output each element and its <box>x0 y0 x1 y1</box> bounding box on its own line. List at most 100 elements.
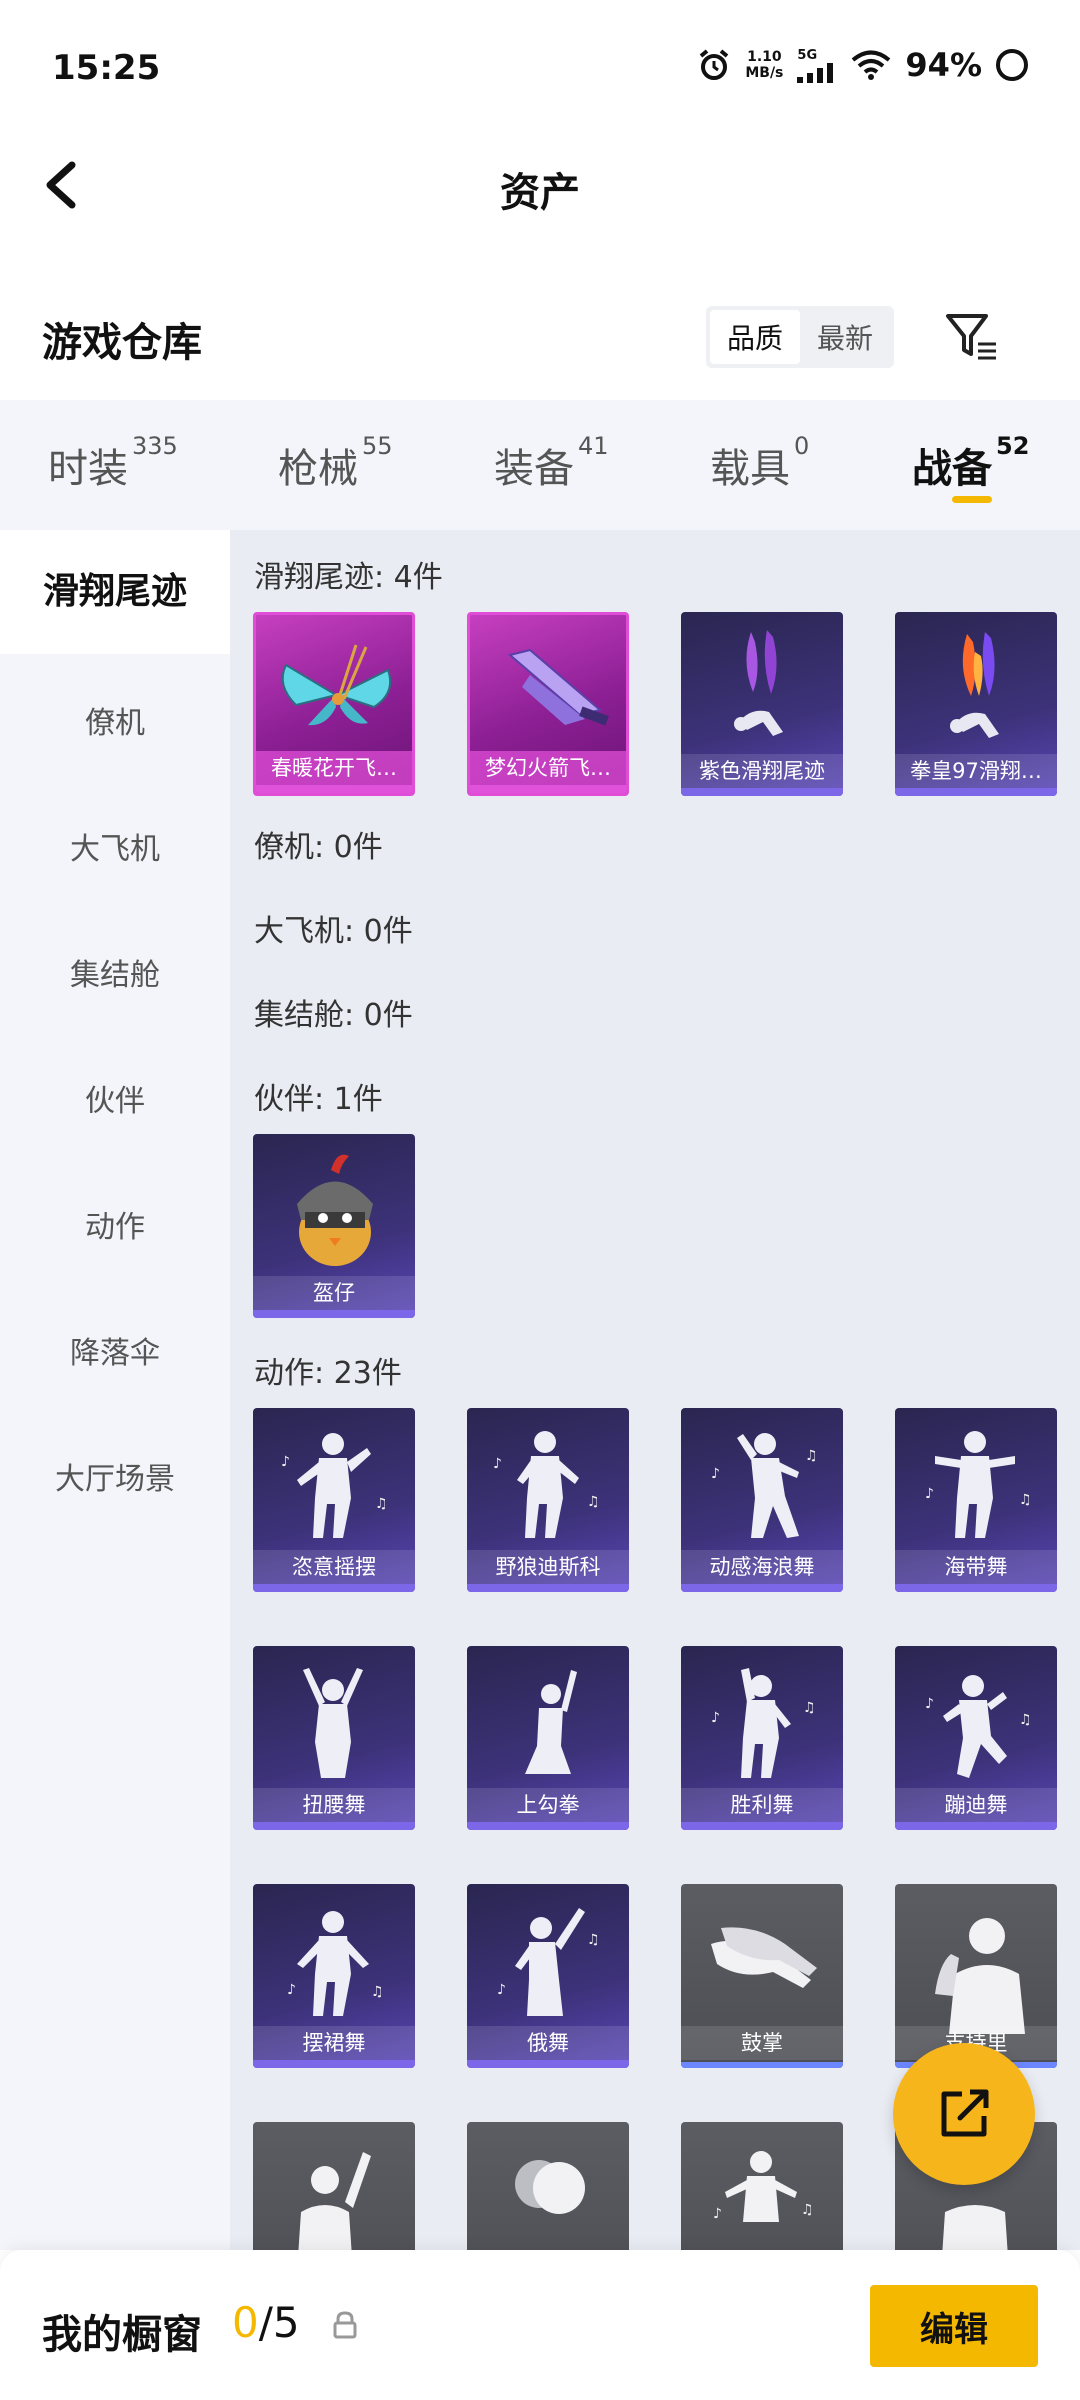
section-label-emote: 动作: 23件 <box>254 1356 402 1391</box>
rarity-bar <box>681 788 843 796</box>
status-bar: 15:25 1.10 MB/s 5G 94% <box>0 0 1080 140</box>
section-label-big-plane: 大飞机: 0件 <box>254 914 413 949</box>
dance-figure-image: ♪♫ <box>925 1431 1032 1538</box>
page-title: 资产 <box>500 170 580 216</box>
item-card[interactable]: ♪ ♫ 恣意摇摆 <box>253 1408 415 1592</box>
item-card[interactable]: ♪ ♫ 野狼迪斯科 <box>467 1408 629 1592</box>
dance-figure-image: ♪♫ <box>713 2151 814 2222</box>
alarm-icon <box>700 49 729 80</box>
item-card[interactable]: 拳皇97滑翔… <box>895 612 1057 796</box>
rarity-bar <box>681 2062 843 2068</box>
svg-text:♪: ♪ <box>711 1466 720 1482</box>
svg-text:♫: ♫ <box>1019 1712 1032 1728</box>
item-card[interactable]: 扭腰舞 <box>253 1646 415 1830</box>
svg-text:♪: ♪ <box>713 2206 722 2222</box>
tab-count: 0 <box>794 432 810 460</box>
tab-label: 战备 <box>912 446 992 492</box>
svg-text:♫: ♫ <box>587 1932 600 1948</box>
rarity-bar <box>253 1822 415 1830</box>
lock-icon <box>333 2311 357 2339</box>
svg-text:♪: ♪ <box>281 1454 290 1470</box>
net-speed-value: 1.10 <box>747 49 782 65</box>
fire-trail-image <box>950 632 999 738</box>
side-item-emote[interactable]: 动作 <box>0 1202 230 1246</box>
net-speed-unit: MB/s <box>745 65 784 81</box>
tab-vehicles[interactable]: 载具 0 <box>710 432 809 494</box>
side-item-capsule[interactable]: 集结舱 <box>0 950 230 994</box>
item-card[interactable]: ♪ ♫ 俄舞 <box>467 1884 629 2068</box>
side-item-lobby-scene[interactable]: 大厅场景 <box>0 1454 230 1498</box>
item-name: 紫色滑翔尾迹 <box>681 754 843 788</box>
item-card[interactable]: ♪ ♫ <box>681 2122 843 2250</box>
item-card[interactable]: ♪ ♫ 蹦迪舞 <box>895 1646 1057 1830</box>
rarity-bar <box>253 1584 415 1592</box>
item-card[interactable]: 盔仔 <box>253 1134 415 1318</box>
side-item-glide-trail[interactable]: 滑翔尾迹 <box>0 530 230 654</box>
item-card[interactable]: ♪ ♫ 摆裙舞 <box>253 1884 415 2068</box>
sort-quality-option[interactable]: 品质 <box>710 310 800 364</box>
item-card[interactable]: 紫色滑翔尾迹 <box>681 612 843 796</box>
item-card[interactable]: 春暖花开飞… <box>253 612 415 796</box>
battery-icon <box>996 49 1028 81</box>
battery-percent: 94% <box>905 46 982 84</box>
item-card[interactable]: 支持里 <box>895 1884 1057 2068</box>
item-card[interactable]: ♪ ♫ 海带舞 <box>895 1408 1057 1592</box>
signal-icon <box>797 62 834 83</box>
item-card[interactable]: 上勾拳 <box>467 1646 629 1830</box>
section-label-glide-trail: 滑翔尾迹: 4件 <box>254 560 443 595</box>
tab-equipment[interactable]: 装备 41 <box>494 432 609 494</box>
side-item-wingman[interactable]: 僚机 <box>0 698 230 742</box>
rarity-bar <box>253 1310 415 1318</box>
tab-label: 装备 <box>494 446 574 492</box>
warehouse-title: 游戏仓库 <box>42 320 202 366</box>
item-card[interactable]: 梦幻火箭飞… <box>467 612 629 796</box>
category-tabs: 时装 335 枪械 55 装备 41 载具 0 战备 52 <box>0 400 1080 530</box>
rarity-bar <box>467 1822 629 1830</box>
svg-text:♫: ♫ <box>1019 1492 1032 1508</box>
svg-text:♫: ♫ <box>587 1494 600 1510</box>
sort-newest-option[interactable]: 最新 <box>800 310 890 364</box>
item-name: 海带舞 <box>895 1550 1057 1584</box>
rarity-bar <box>467 2060 629 2068</box>
dance-figure-image: ♪♫ <box>493 1431 600 1538</box>
filter-button[interactable] <box>940 306 1002 368</box>
tab-count: 335 <box>132 432 178 460</box>
tab-fashion[interactable]: 时装 335 <box>48 432 178 494</box>
svg-text:♫: ♫ <box>371 1984 384 2000</box>
showcase-used: 0 <box>232 2298 259 2347</box>
svg-text:♪: ♪ <box>497 1982 506 1998</box>
share-fab[interactable] <box>893 2043 1035 2185</box>
rarity-bar <box>253 2060 415 2068</box>
dance-figure-image: ♪♫ <box>925 1675 1032 1778</box>
purple-smoke-trail-image <box>734 630 783 736</box>
svg-text:♪: ♪ <box>287 1982 296 1998</box>
edit-button[interactable]: 编辑 <box>870 2285 1038 2367</box>
tab-battle-gear[interactable]: 战备 52 <box>912 432 1029 494</box>
item-card[interactable] <box>467 2122 629 2250</box>
side-item-partner[interactable]: 伙伴 <box>0 1076 230 1120</box>
rocket-glider-image <box>507 648 609 726</box>
showcase-title: 我的橱窗 <box>42 2312 202 2358</box>
gesture-figure-image <box>935 1918 1025 2034</box>
butterfly-wings-image <box>281 644 392 726</box>
svg-text:♫: ♫ <box>801 2202 814 2218</box>
item-card[interactable]: ♪ ♫ 动感海浪舞 <box>681 1408 843 1592</box>
item-grid: 滑翔尾迹: 4件 春暖花开飞… 梦幻火箭飞… 紫色滑翔尾迹 拳皇97滑翔… 僚机… <box>230 530 1080 2250</box>
item-card[interactable]: 鼓掌 <box>681 1884 843 2068</box>
side-item-parachute[interactable]: 降落伞 <box>0 1328 230 1372</box>
item-name: 盔仔 <box>253 1276 415 1310</box>
side-item-big-plane[interactable]: 大飞机 <box>0 824 230 868</box>
item-card[interactable] <box>253 2122 415 2250</box>
item-card[interactable]: ♪ ♫ 胜利舞 <box>681 1646 843 1830</box>
wifi-icon <box>852 50 891 80</box>
dance-figure-image: ♪♫ <box>287 1911 384 2016</box>
tab-guns[interactable]: 枪械 55 <box>278 432 393 494</box>
item-name: 动感海浪舞 <box>681 1550 843 1584</box>
section-label-partner: 伙伴: 1件 <box>254 1082 383 1117</box>
rarity-bar <box>895 788 1057 796</box>
svg-text:♫: ♫ <box>805 1448 818 1464</box>
svg-text:♪: ♪ <box>711 1710 720 1726</box>
rarity-bar <box>681 1822 843 1830</box>
rarity-bar <box>895 1822 1057 1830</box>
rarity-bar <box>467 1584 629 1592</box>
